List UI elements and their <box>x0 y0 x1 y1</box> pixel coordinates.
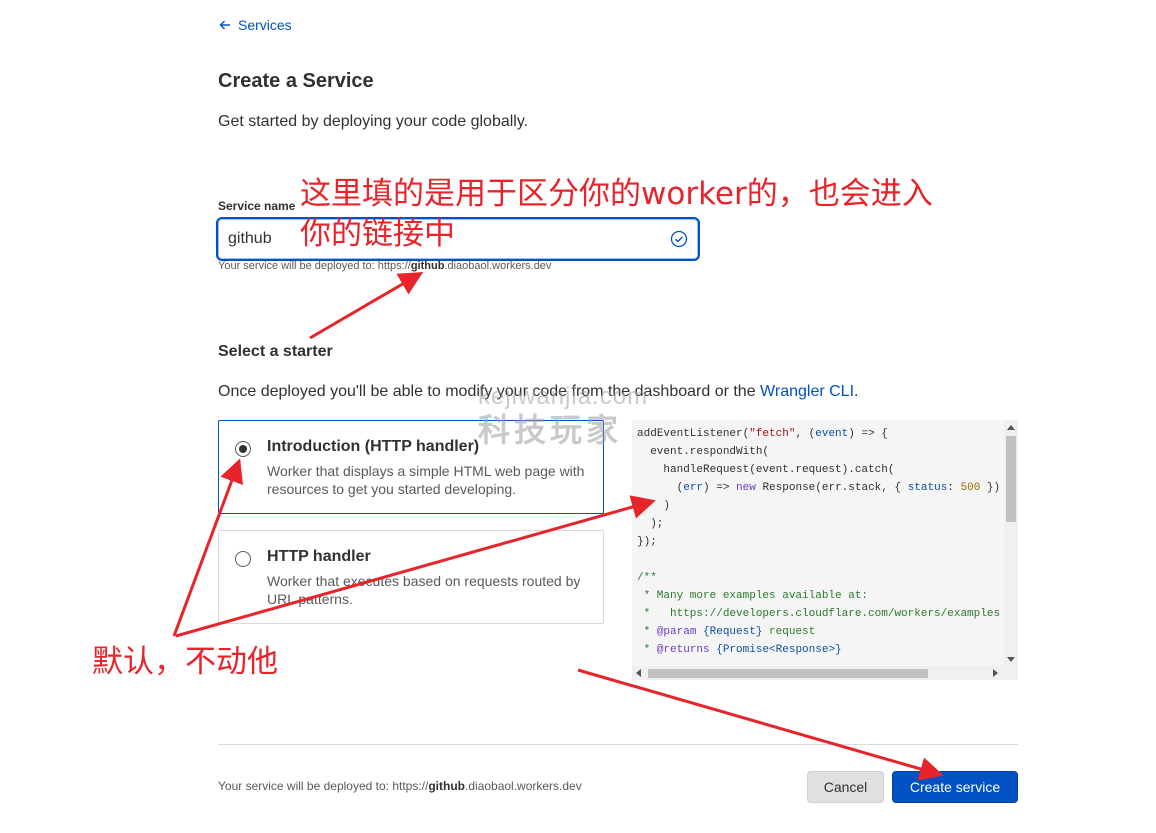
starter-option-description: Worker that executes based on requests r… <box>267 573 581 607</box>
footer-url-hint: Your service will be deployed to: https:… <box>218 779 582 793</box>
starter-section-description: Once deployed you'll be able to modify y… <box>218 383 859 400</box>
starter-option-http-handler[interactable]: HTTP handler Worker that executes based … <box>218 530 604 624</box>
cancel-button[interactable]: Cancel <box>807 771 884 803</box>
scroll-left-arrow-icon[interactable] <box>636 669 641 677</box>
starter-option-introduction[interactable]: Introduction (HTTP handler) Worker that … <box>218 420 604 514</box>
arrow-to-url-hint <box>309 271 424 340</box>
annotation-starter-note: 默认，不动他 <box>92 644 278 680</box>
radio-button-selected[interactable] <box>235 441 251 457</box>
footer-divider <box>218 744 1018 745</box>
annotation-service-name-note: 这里填的是用于区分你的worker的，也会进入你的链接中 <box>300 176 933 252</box>
service-url-hint: Your service will be deployed to: https:… <box>218 260 552 272</box>
arrow-to-create-button <box>577 668 944 781</box>
annotation-arrows <box>172 271 944 781</box>
back-to-services-link[interactable]: Services <box>218 17 292 33</box>
scroll-up-arrow-icon[interactable] <box>1007 425 1015 430</box>
radio-button[interactable] <box>235 551 251 567</box>
service-name-label: Service name <box>218 199 296 213</box>
starter-option-title: Introduction (HTTP handler) <box>267 438 480 455</box>
code-preview[interactable]: addEventListener("fetch", (event) => { e… <box>632 420 1018 680</box>
vertical-scrollbar[interactable] <box>1004 420 1018 666</box>
starter-section-title: Select a starter <box>218 343 333 360</box>
starter-option-description: Worker that displays a simple HTML web p… <box>267 463 585 497</box>
horizontal-scrollbar[interactable] <box>632 666 1018 680</box>
page-subtitle: Get started by deploying your code globa… <box>218 113 529 130</box>
code-preview-text: addEventListener("fetch", (event) => { e… <box>637 428 1001 656</box>
scroll-right-arrow-icon[interactable] <box>993 669 998 677</box>
scroll-down-arrow-icon[interactable] <box>1007 657 1015 662</box>
arrow-left-icon <box>219 20 230 30</box>
back-link-label: Services <box>238 17 292 33</box>
starter-option-title: HTTP handler <box>267 548 371 565</box>
create-service-button[interactable]: Create service <box>892 771 1018 803</box>
page-title: Create a Service <box>218 70 374 92</box>
wrangler-cli-link[interactable]: Wrangler CLI <box>760 383 854 400</box>
